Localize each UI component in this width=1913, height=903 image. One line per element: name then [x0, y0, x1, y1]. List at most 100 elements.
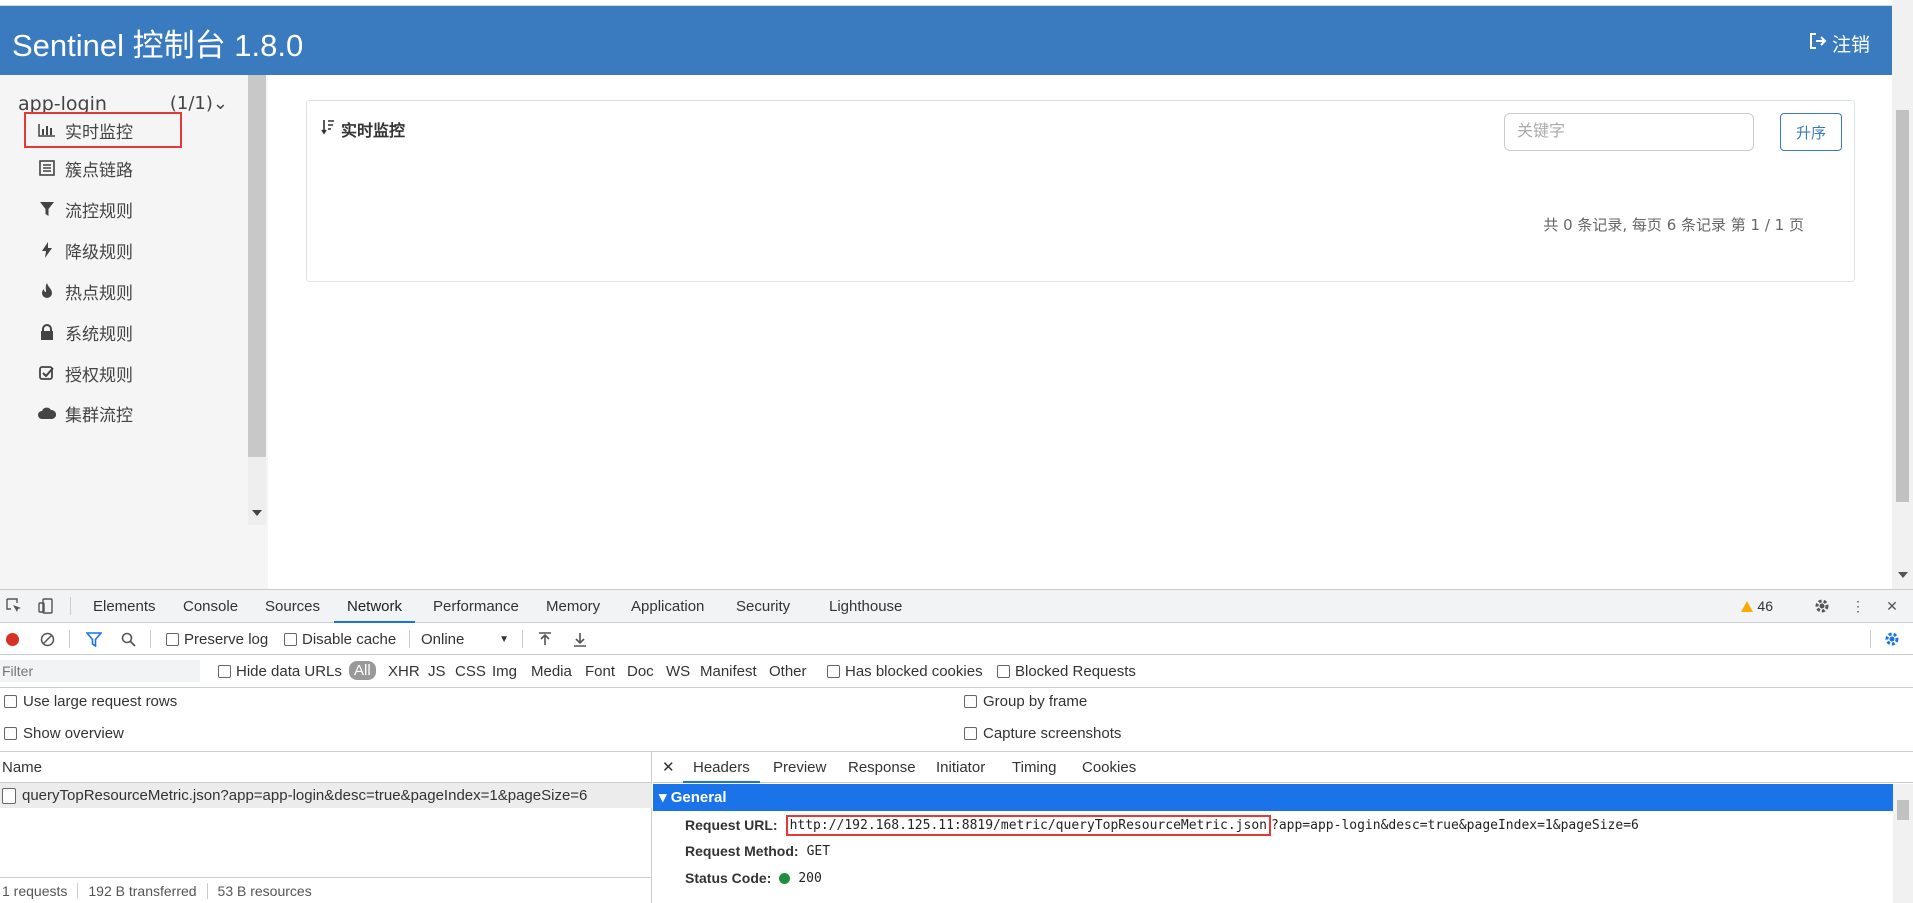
- sidebar-item-label: 簇点链路: [65, 160, 133, 181]
- sort-desc-icon: [321, 119, 335, 139]
- filter-input[interactable]: [0, 660, 200, 682]
- device-toggle-icon[interactable]: [36, 596, 56, 616]
- close-detail-icon[interactable]: ✕: [662, 752, 675, 783]
- logout-label: 注销: [1831, 34, 1870, 56]
- capture-screenshots-checkbox[interactable]: Capture screenshots: [964, 725, 1121, 742]
- filter-type-other[interactable]: Other: [769, 663, 807, 680]
- record-icon[interactable]: [6, 623, 19, 655]
- scroll-down-icon[interactable]: [252, 510, 262, 516]
- export-har-icon[interactable]: [573, 623, 587, 655]
- group-by-frame-checkbox[interactable]: Group by frame: [964, 693, 1087, 710]
- filter-type-doc[interactable]: Doc: [627, 663, 654, 680]
- separator: [150, 630, 151, 648]
- blocked-requests-checkbox[interactable]: Blocked Requests: [997, 655, 1136, 687]
- settings-gear-icon[interactable]: [1812, 596, 1832, 616]
- search-icon[interactable]: [121, 623, 136, 655]
- close-icon[interactable]: ✕: [1882, 596, 1902, 616]
- status-code-row: Status Code: 200: [685, 870, 822, 886]
- sidebar-item-system-rules[interactable]: 系统规则: [38, 314, 228, 350]
- tab-response[interactable]: Response: [848, 752, 916, 783]
- sidebar-item-flow-rules[interactable]: 流控规则: [38, 191, 228, 227]
- warnings-badge[interactable]: 46: [1741, 598, 1773, 614]
- sidebar: app-login (1/1)⌄ 实时监控 簇点链路 流控规则 降级规则 热点规…: [0, 75, 268, 589]
- general-section-header[interactable]: ▾ General: [653, 784, 1893, 811]
- fire-icon: [38, 282, 56, 300]
- sidebar-item-cluster-link[interactable]: 簇点链路: [38, 150, 228, 186]
- filter-icon[interactable]: [86, 623, 102, 655]
- request-url-query: ?app=app-login&desc=true&pageIndex=1&pag…: [1271, 817, 1639, 833]
- request-summary: 1 requests 192 B transferred 53 B resour…: [0, 877, 652, 903]
- tab-application[interactable]: Application: [631, 590, 704, 623]
- sidebar-scrollbar[interactable]: [248, 75, 266, 525]
- separator: [70, 597, 71, 615]
- large-rows-checkbox[interactable]: Use large request rows: [4, 693, 177, 710]
- page-scroll-thumb[interactable]: [1896, 110, 1909, 502]
- tab-preview[interactable]: Preview: [773, 752, 826, 783]
- sidebar-item-realtime-monitor[interactable]: 实时监控: [24, 112, 182, 148]
- name-column-header[interactable]: Name: [0, 752, 651, 783]
- filter-type-media[interactable]: Media: [531, 663, 572, 680]
- more-options-icon[interactable]: ⋮: [1848, 596, 1868, 616]
- lock-icon: [38, 323, 56, 341]
- tab-console[interactable]: Console: [183, 590, 238, 623]
- logout-icon: [1808, 31, 1828, 56]
- network-settings-gear-icon[interactable]: [1884, 623, 1900, 655]
- filter-type-ws[interactable]: WS: [666, 663, 690, 680]
- filter-type-img[interactable]: Img: [492, 663, 517, 680]
- sort-ascending-button[interactable]: 升序: [1780, 113, 1842, 151]
- filter-type-css[interactable]: CSS: [455, 663, 486, 680]
- logout-button[interactable]: 注销: [1808, 30, 1870, 57]
- tab-lighthouse[interactable]: Lighthouse: [829, 590, 902, 623]
- tab-performance[interactable]: Performance: [433, 590, 519, 623]
- tab-headers[interactable]: Headers: [683, 752, 760, 783]
- show-overview-checkbox[interactable]: Show overview: [4, 725, 124, 742]
- filter-type-all[interactable]: All: [349, 661, 376, 680]
- panel-title: 实时监控: [321, 117, 405, 141]
- filter-type-manifest[interactable]: Manifest: [700, 663, 757, 680]
- request-method-label: Request Method:: [685, 843, 799, 859]
- detail-scrollbar[interactable]: [1893, 784, 1913, 903]
- tab-memory[interactable]: Memory: [546, 590, 600, 623]
- flash-icon: [38, 241, 56, 259]
- monitor-panel: 实时监控 升序 共 0 条记录, 每页 6 条记录 第 1 / 1 页: [306, 100, 1855, 282]
- list-icon: [38, 159, 56, 177]
- detail-scroll-thumb[interactable]: [1897, 800, 1909, 820]
- network-options: Use large request rows Show overview Gro…: [0, 688, 1913, 752]
- has-blocked-cookies-checkbox[interactable]: Has blocked cookies: [827, 655, 983, 687]
- sidebar-scroll-thumb[interactable]: [248, 75, 266, 457]
- page-scrollbar[interactable]: [1892, 0, 1913, 589]
- filter-type-js[interactable]: JS: [428, 663, 446, 680]
- sidebar-item-label: 实时监控: [65, 122, 133, 143]
- tab-initiator[interactable]: Initiator: [936, 752, 985, 783]
- sidebar-item-label: 授权规则: [65, 365, 133, 386]
- status-ok-icon: [779, 872, 791, 884]
- throttling-select[interactable]: Online ▼: [421, 623, 509, 655]
- request-url-label: Request URL:: [685, 817, 778, 833]
- sidebar-item-label: 降级规则: [65, 242, 133, 263]
- filter-type-font[interactable]: Font: [585, 663, 615, 680]
- scroll-down-icon[interactable]: [1898, 572, 1908, 578]
- request-row[interactable]: queryTopResourceMetric.json?app=app-logi…: [0, 783, 652, 808]
- tab-network[interactable]: Network: [334, 590, 416, 623]
- tab-security[interactable]: Security: [736, 590, 790, 623]
- tab-timing[interactable]: Timing: [1012, 752, 1056, 783]
- filter-type-xhr[interactable]: XHR: [388, 663, 420, 680]
- disable-cache-checkbox[interactable]: Disable cache: [284, 623, 396, 655]
- devtools: Elements Console Sources Network Perform…: [0, 589, 1913, 903]
- preserve-log-checkbox[interactable]: Preserve log: [166, 623, 268, 655]
- sidebar-item-label: 集群流控: [65, 405, 133, 426]
- tab-sources[interactable]: Sources: [265, 590, 320, 623]
- tab-cookies[interactable]: Cookies: [1082, 752, 1136, 783]
- sidebar-item-cluster-flow[interactable]: 集群流控: [38, 395, 228, 431]
- hide-data-urls-checkbox[interactable]: Hide data URLs: [218, 655, 342, 687]
- devtools-tabbar: Elements Console Sources Network Perform…: [0, 590, 1913, 623]
- clear-icon[interactable]: [40, 623, 55, 655]
- sidebar-item-hotspot-rules[interactable]: 热点规则: [38, 273, 228, 309]
- sentinel-app: Sentinel 控制台 1.8.0 注销 app-login (1/1)⌄ 实…: [0, 0, 1913, 589]
- sidebar-item-degrade-rules[interactable]: 降级规则: [38, 232, 228, 268]
- sidebar-item-auth-rules[interactable]: 授权规则: [38, 355, 228, 391]
- inspect-element-icon[interactable]: [4, 596, 24, 616]
- import-har-icon[interactable]: [538, 623, 552, 655]
- keyword-search-input[interactable]: [1504, 113, 1754, 151]
- tab-elements[interactable]: Elements: [93, 590, 156, 623]
